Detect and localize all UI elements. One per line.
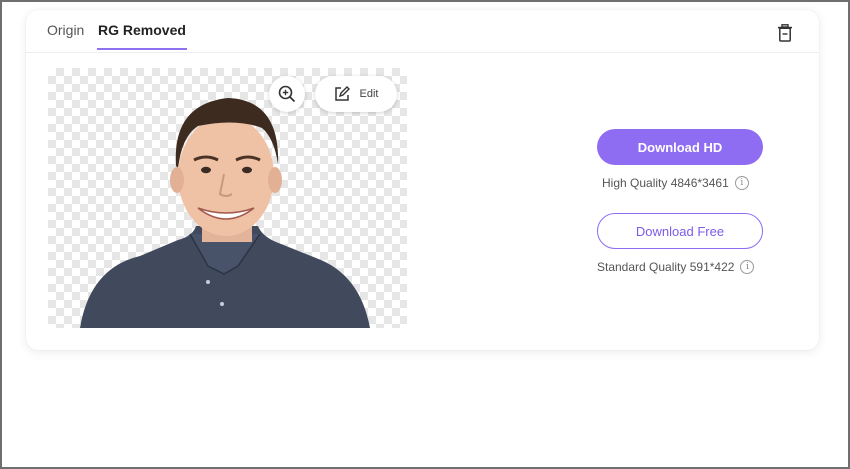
tab-bar: Origin RG Removed — [26, 10, 819, 53]
download-free-button[interactable]: Download Free — [597, 213, 763, 249]
free-quality-text: Standard Quality 591*422 — [597, 260, 735, 274]
hd-quality-text: High Quality 4846*3461 — [602, 176, 729, 190]
app-window: Origin RG Removed Edit Download HD High … — [0, 0, 850, 469]
result-card: Origin RG Removed Edit Download HD High … — [26, 10, 819, 350]
tab-rg-removed[interactable]: RG Removed — [97, 22, 187, 50]
free-quality-info: Standard Quality 591*422 i — [597, 260, 755, 274]
zoom-in-button[interactable] — [269, 76, 305, 112]
edit-button[interactable]: Edit — [315, 76, 397, 112]
trash-icon[interactable] — [777, 24, 793, 42]
edit-icon — [334, 86, 350, 101]
download-hd-button[interactable]: Download HD — [597, 129, 763, 165]
zoom-in-icon — [278, 85, 296, 103]
info-icon[interactable]: i — [740, 260, 755, 274]
hd-quality-info: High Quality 4846*3461 i — [602, 176, 749, 190]
info-icon[interactable]: i — [734, 176, 749, 190]
edit-label: Edit — [359, 88, 379, 100]
tab-origin[interactable]: Origin — [47, 22, 84, 48]
